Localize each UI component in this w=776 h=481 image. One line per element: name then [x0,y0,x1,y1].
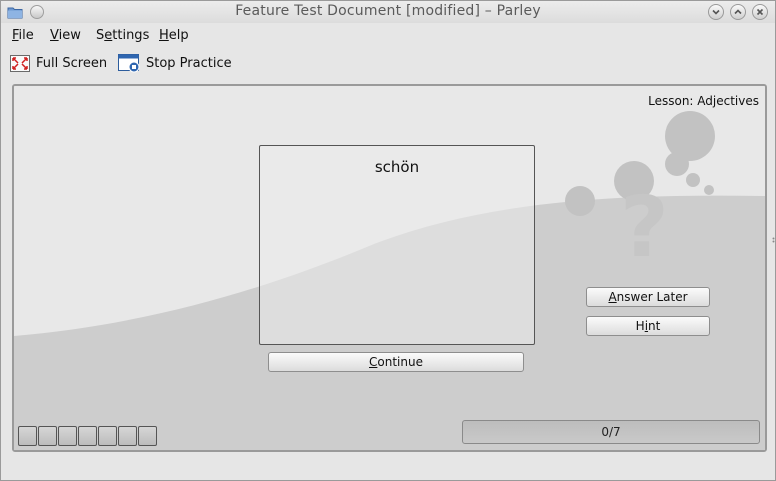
menu-file[interactable]: File [12,28,34,43]
history-slot [138,426,157,446]
menu-help[interactable]: Help [159,28,189,43]
chevron-up-icon [734,9,742,15]
full-screen-button[interactable]: Full Screen [10,51,107,75]
close-icon [756,8,764,16]
stop-practice-button[interactable]: Stop Practice [118,51,232,75]
maximize-button[interactable] [730,4,746,20]
fullscreen-icon [10,55,30,72]
stop-practice-icon [118,54,140,73]
history-slot [118,426,137,446]
progress-text: 0/7 [601,425,621,439]
close-button[interactable] [752,4,768,20]
continue-label: Continue [369,355,423,369]
hint-button[interactable]: Hint [586,316,710,336]
flashcard: schön [259,145,535,345]
progress-bar: 0/7 [462,420,760,444]
history-slot [38,426,57,446]
window-title: Feature Test Document [modified] – Parle… [235,3,541,19]
chevron-down-icon [712,9,720,15]
resize-grip-icon[interactable] [772,237,775,243]
card-word: schön [374,158,420,176]
minimize-button[interactable] [708,4,724,20]
menubar: File View Settings Help [1,25,775,47]
hint-label: Hint [635,319,661,333]
history-slot [58,426,77,446]
answer-later-button[interactable]: Answer Later [586,287,710,307]
answer-history [18,426,157,446]
svg-text:?: ? [620,178,669,276]
titlebar: Feature Test Document [modified] – Parle… [1,1,775,23]
menu-settings[interactable]: Settings [96,28,149,43]
full-screen-label: Full Screen [36,55,108,71]
stop-practice-label: Stop Practice [146,55,232,71]
answer-later-label: Answer Later [608,290,688,304]
lesson-label: Lesson: Adjectives [648,94,759,108]
continue-button[interactable]: Continue [268,352,524,372]
history-slot [18,426,37,446]
toolbar: Full Screen Stop Practice [1,49,775,77]
menu-view[interactable]: View [50,28,81,43]
history-slot [98,426,117,446]
parley-window: Feature Test Document [modified] – Parle… [0,0,776,481]
history-slot [78,426,97,446]
practice-area: ? Lesson: Adjectives schön Continue Answ… [12,84,767,452]
